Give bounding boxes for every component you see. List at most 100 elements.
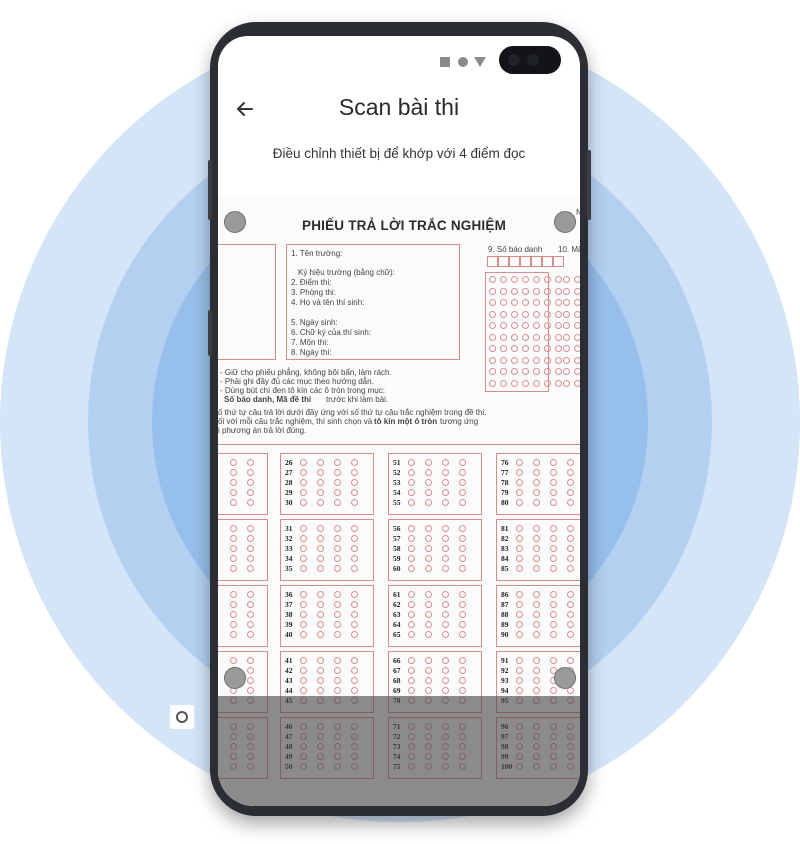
answer-bubble [300,611,307,618]
corner-marker-bottom-right [554,667,576,689]
answer-bubble [533,657,540,664]
answer-bubble [574,299,580,306]
question-number: 63 [393,610,401,619]
answer-bubble [425,525,432,532]
answer-bubble [425,621,432,628]
answer-bubble [567,601,574,608]
answer-bubble [351,687,358,694]
answer-bubble [425,631,432,638]
field-signature: 6. Chữ ký của thí sinh: [291,328,372,337]
answer-bubble [317,535,324,542]
answer-bubble [317,631,324,638]
corner-marker-bottom-left [224,667,246,689]
answer-bubble [550,499,557,506]
answer-bubble [533,469,540,476]
answer-bubble [550,611,557,618]
answer-bubble [516,499,523,506]
answer-bubble [567,489,574,496]
answer-bubble [317,489,324,496]
answer-bubble [563,379,570,387]
candidate-number-box [485,272,549,392]
answer-bubble [459,545,466,552]
answer-bubble [555,345,562,352]
answer-bubble [442,499,449,506]
answer-bubble [459,489,466,496]
answer-bubble [567,621,574,628]
answer-bubble [300,677,307,684]
capture-overlay [218,696,580,806]
answer-bubble [300,499,307,506]
answer-bubble [550,469,557,476]
answer-bubble [442,611,449,618]
answer-bubble [230,459,237,466]
answer-bubble [317,459,324,466]
answer-bubble [442,469,449,476]
answer-bubble [425,601,432,608]
field-room: 3. Phòng thi: [291,288,336,297]
answer-bubble [317,545,324,552]
answer-bubble [334,601,341,608]
answer-bubble [351,469,358,476]
answer-bubble [351,677,358,684]
question-number: 94 [501,686,509,695]
answer-bubble [408,545,415,552]
answer-bubble [334,545,341,552]
capture-button[interactable] [170,705,194,729]
answer-bubble [567,469,574,476]
answer-block [218,519,268,581]
answer-bubble [317,565,324,572]
answer-bubble [533,525,540,532]
answer-bubble [351,545,358,552]
exam-code-label: 10. Mã [558,245,580,254]
question-number: 66 [393,656,401,665]
candidate-number-cell [520,256,531,267]
answer-bubble [317,611,324,618]
question-number: 69 [393,686,401,695]
question-number: 51 [393,458,401,467]
answer-bubble [317,677,324,684]
answer-bubble [300,459,307,466]
question-number: 53 [393,478,401,487]
answer-bubble [334,657,341,664]
answer-bubble [408,601,415,608]
answer-bubble [533,677,540,684]
answer-bubble [300,479,307,486]
answer-bubble [459,479,466,486]
answer-bubble [567,555,574,562]
answer-bubble [351,525,358,532]
camera-preview[interactable]: PHIẾU TRẢ LỜI TRẮC NGHIỆM 1. Tên trường:… [218,196,580,806]
answer-bubble [563,276,570,283]
answer-bubble [425,657,432,664]
answer-bubble [563,310,570,318]
answer-bubble [550,591,557,598]
question-number: 86 [501,590,509,599]
answer-bubble [425,591,432,598]
answer-bubble [459,565,466,572]
answer-bubble [425,687,432,694]
question-number: 78 [501,478,509,487]
answer-bubble [351,479,358,486]
answer-bubble [317,657,324,664]
answer-bubble [247,535,254,542]
answer-bubble [247,687,254,694]
instruction-6-bold: tô kín một ô tròn [374,417,438,426]
answer-bubble [334,535,341,542]
answer-bubble [317,601,324,608]
answer-bubble [574,310,580,318]
answer-bubble [516,687,523,694]
answer-bubble [230,601,237,608]
answer-bubble [550,631,557,638]
question-number: 35 [285,564,293,573]
signal-icon [474,57,486,67]
answer-bubble [408,565,415,572]
question-number: 57 [393,534,401,543]
instruction-1: - Giữ cho phiếu phẳng, không bôi bẩn, là… [220,368,392,377]
answer-bubble [533,489,540,496]
answer-bubble [408,631,415,638]
field-school-code: Ký hiệu trường (bằng chữ): [298,268,395,277]
answer-bubble [334,499,341,506]
question-number: 81 [501,524,509,533]
answer-bubble [516,657,523,664]
question-number: 39 [285,620,293,629]
question-number: 37 [285,600,293,609]
